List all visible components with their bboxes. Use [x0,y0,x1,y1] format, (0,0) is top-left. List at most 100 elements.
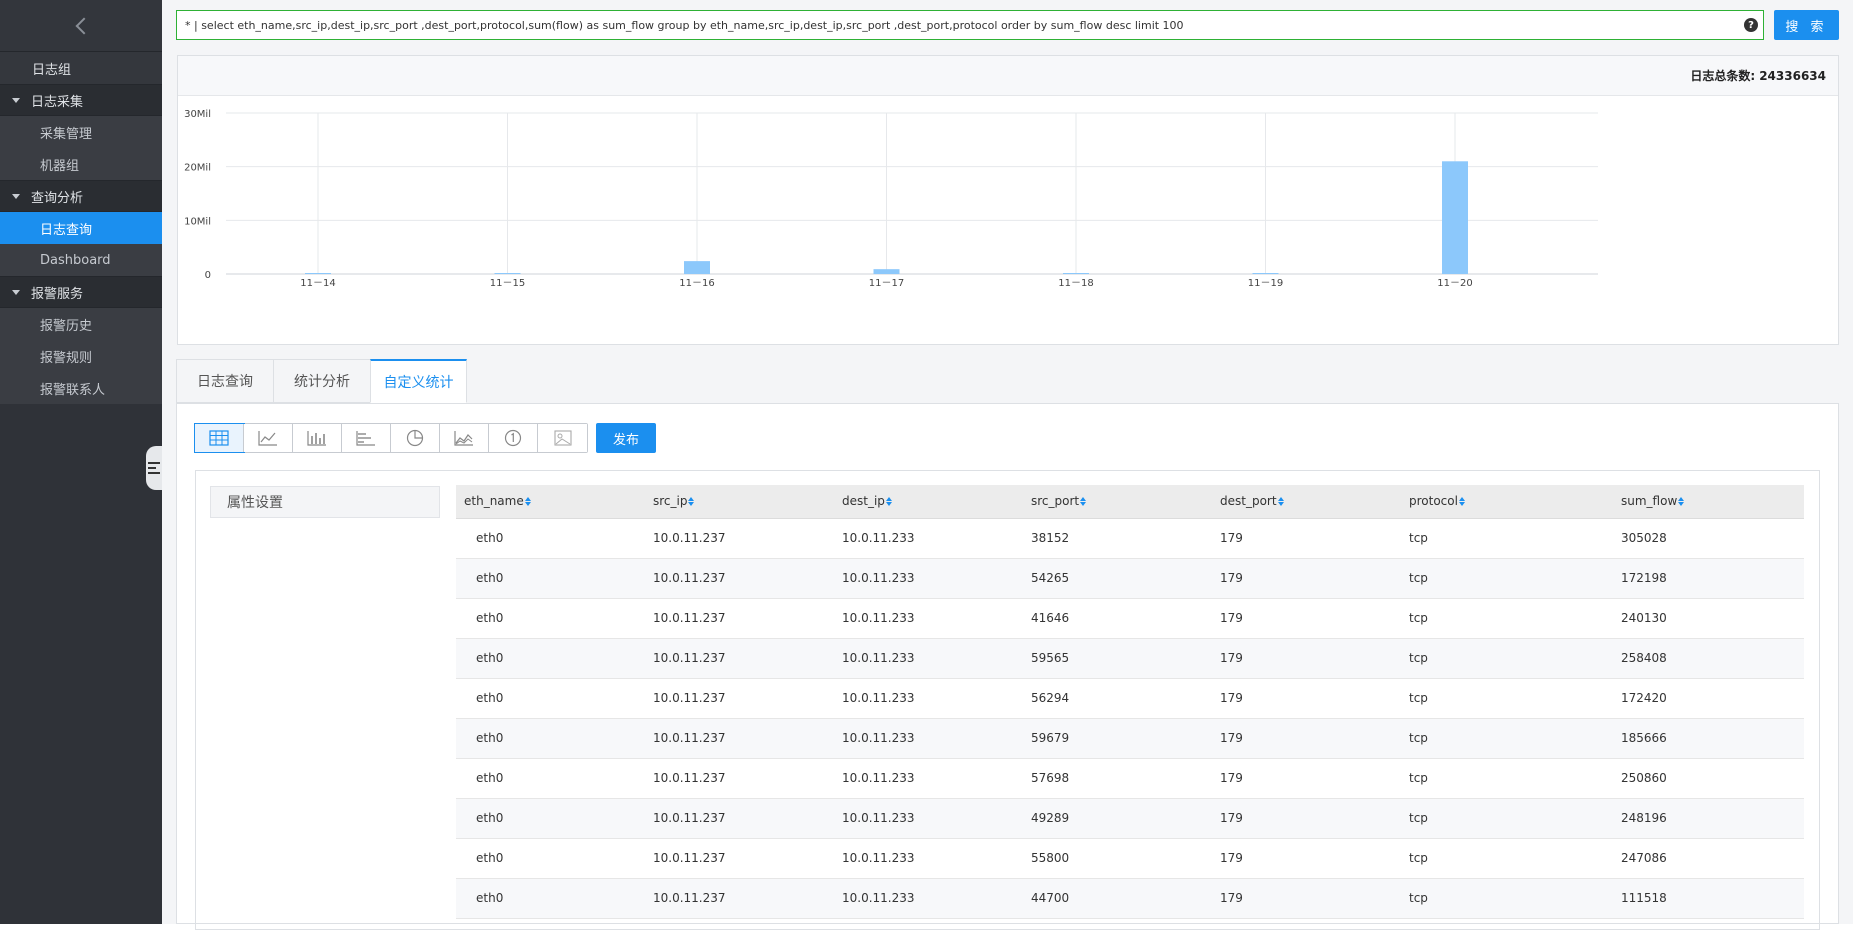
table-row[interactable]: eth0 10.0.11.237 10.0.11.233 56294 179 tcp 172… [456,678,1804,719]
table-icon[interactable] [194,423,245,453]
table-cell-dest-ip: 10.0.11.233 [834,798,1023,839]
table-cell-sum-flow: 172420 [1613,678,1804,719]
number-icon[interactable] [489,424,538,452]
table-cell-sum-flow: 172198 [1613,558,1804,599]
query-input[interactable]: * | select eth_name,src_ip,dest_ip,src_p… [176,10,1764,40]
sidebar-item-logstore[interactable]: 日志组 [0,52,162,84]
table-cell-dest-port: 179 [1212,798,1401,839]
table-cell-eth-name: eth0 [456,678,645,719]
tab-custom-statistics[interactable]: 自定义统计 [370,359,467,403]
table-cell-src-ip: 10.0.11.237 [645,638,834,679]
sidebar-item-dashboard[interactable]: Dashboard [0,244,162,276]
table-cell-dest-port: 179 [1212,758,1401,799]
sort-icon[interactable] [688,497,695,507]
sidebar-group-log-collection[interactable]: 日志采集 [0,84,162,116]
sidebar-group-query-analysis[interactable]: 查询分析 [0,180,162,212]
table-cell-protocol: tcp [1401,798,1613,839]
table-cell-src-ip: 10.0.11.237 [645,758,834,799]
sidebar-item-alert-history[interactable]: 报警历史 [0,308,162,340]
publish-button[interactable]: 发布 [596,423,656,453]
tab-statistics[interactable]: 统计分析 [273,359,370,403]
sort-icon[interactable] [524,497,531,507]
total-count-value: 24336634 [1759,68,1826,83]
bar-chart-icon[interactable] [293,424,342,452]
histogram-bar [1252,273,1279,274]
table-cell-dest-port: 179 [1212,558,1401,599]
column-header-protocol[interactable]: protocol [1401,485,1613,519]
histogram-bar [873,269,900,274]
table-row[interactable]: eth0 10.0.11.237 10.0.11.233 54265 179 tcp 172… [456,558,1804,599]
table-row[interactable]: eth0 10.0.11.237 10.0.11.233 59679 179 tcp 185… [456,718,1804,759]
table-row[interactable]: eth0 10.0.11.237 10.0.11.233 49289 179 tcp 248… [456,798,1804,839]
histogram-bar [1442,161,1468,274]
table-cell-src-port: 44700 [1023,878,1212,919]
line-chart-icon[interactable] [244,424,293,452]
sidebar-item-log-query[interactable]: 日志查询 [0,212,162,244]
table-cell-src-port: 49289 [1023,798,1212,839]
column-header-dest-ip[interactable]: dest_ip [834,485,1023,519]
table-cell-eth-name: eth0 [456,838,645,879]
tab-log-query[interactable]: 日志查询 [176,359,273,403]
sidebar-item-alert-rules[interactable]: 报警规则 [0,340,162,372]
sidebar-item-collection-management[interactable]: 采集管理 [0,116,162,148]
table-cell-dest-port: 179 [1212,638,1401,679]
table-cell-sum-flow: 111518 [1613,878,1804,919]
table-cell-dest-port: 179 [1212,598,1401,639]
map-icon[interactable] [538,424,587,452]
table-cell-src-ip: 10.0.11.237 [645,798,834,839]
table-row[interactable]: eth0 10.0.11.237 10.0.11.233 57698 179 tcp 250… [456,758,1804,799]
pie-chart-icon[interactable] [391,424,440,452]
column-header-sum-flow[interactable]: sum_flow [1613,485,1804,519]
table-cell-eth-name: eth0 [456,518,645,559]
table-row[interactable]: eth0 10.0.11.237 10.0.11.233 59565 179 tcp 258… [456,638,1804,679]
help-icon[interactable]: ? [1744,18,1758,32]
column-header-eth-name[interactable]: eth_name [456,485,645,519]
table-cell-src-ip: 10.0.11.237 [645,718,834,759]
table-row[interactable]: eth0 10.0.11.237 10.0.11.233 55800 179 tcp 247… [456,838,1804,879]
sidebar-item-machine-group[interactable]: 机器组 [0,148,162,180]
table-cell-protocol: tcp [1401,878,1613,919]
sort-icon[interactable] [1678,497,1685,507]
drawer-toggle-handle[interactable] [146,446,162,490]
table-cell-protocol: tcp [1401,838,1613,879]
column-header-dest-port[interactable]: dest_port [1212,485,1401,519]
table-cell-src-ip: 10.0.11.237 [645,878,834,919]
histogram-bar [305,273,331,274]
horizontal-bar-icon[interactable] [342,424,391,452]
sidebar-group-alert-service[interactable]: 报警服务 [0,276,162,308]
x-tick-label: 11－20 [1437,278,1472,289]
collapse-sidebar-button[interactable] [0,0,162,52]
result-tabs: 日志查询 统计分析 自定义统计 [176,359,467,403]
sort-icon[interactable] [1080,497,1087,507]
table-cell-sum-flow: 250860 [1613,758,1804,799]
table-row[interactable]: eth0 10.0.11.237 10.0.11.233 38152 179 tcp 305… [456,518,1804,559]
sort-icon[interactable] [1458,497,1465,507]
table-cell-protocol: tcp [1401,678,1613,719]
table-cell-src-ip: 10.0.11.237 [645,558,834,599]
table-cell-dest-ip: 10.0.11.233 [834,518,1023,559]
sort-icon[interactable] [1277,497,1284,507]
area-chart-icon[interactable] [440,424,489,452]
table-cell-protocol: tcp [1401,558,1613,599]
table-row[interactable]: eth0 10.0.11.237 10.0.11.233 41646 179 tcp 240… [456,598,1804,639]
chart-type-toolbar [194,423,588,453]
x-tick-label: 11－19 [1248,278,1283,289]
y-tick-label: 20Mil [184,163,211,174]
table-cell-src-ip: 10.0.11.237 [645,518,834,559]
column-header-src-ip[interactable]: src_ip [645,485,834,519]
column-header-src-port[interactable]: src_port [1023,485,1212,519]
histogram-chart[interactable]: 0 10Mil 20Mil 30Mil 11－14 11－15 11－16 11－17 11－1… [178,96,1838,344]
table-cell-sum-flow: 247086 [1613,838,1804,879]
sidebar-item-alert-contacts[interactable]: 报警联系人 [0,372,162,404]
histogram-panel: 日志总条数: 24336634 0 10Mil 20Mil 30Mil 11－14 11－… [177,55,1839,345]
search-button[interactable]: 搜 索 [1774,10,1839,40]
table-cell-src-port: 41646 [1023,598,1212,639]
attribute-settings[interactable]: 属性设置 [210,486,440,518]
table-cell-dest-port: 179 [1212,838,1401,879]
table-cell-dest-ip: 10.0.11.233 [834,558,1023,599]
sort-icon[interactable] [885,497,892,507]
menu-icon [148,462,160,474]
results-table: eth_name src_ip dest_ip src_port dest_po… [456,485,1804,919]
table-row[interactable]: eth0 10.0.11.237 10.0.11.233 44700 179 tcp 111… [456,878,1804,919]
table-cell-eth-name: eth0 [456,638,645,679]
